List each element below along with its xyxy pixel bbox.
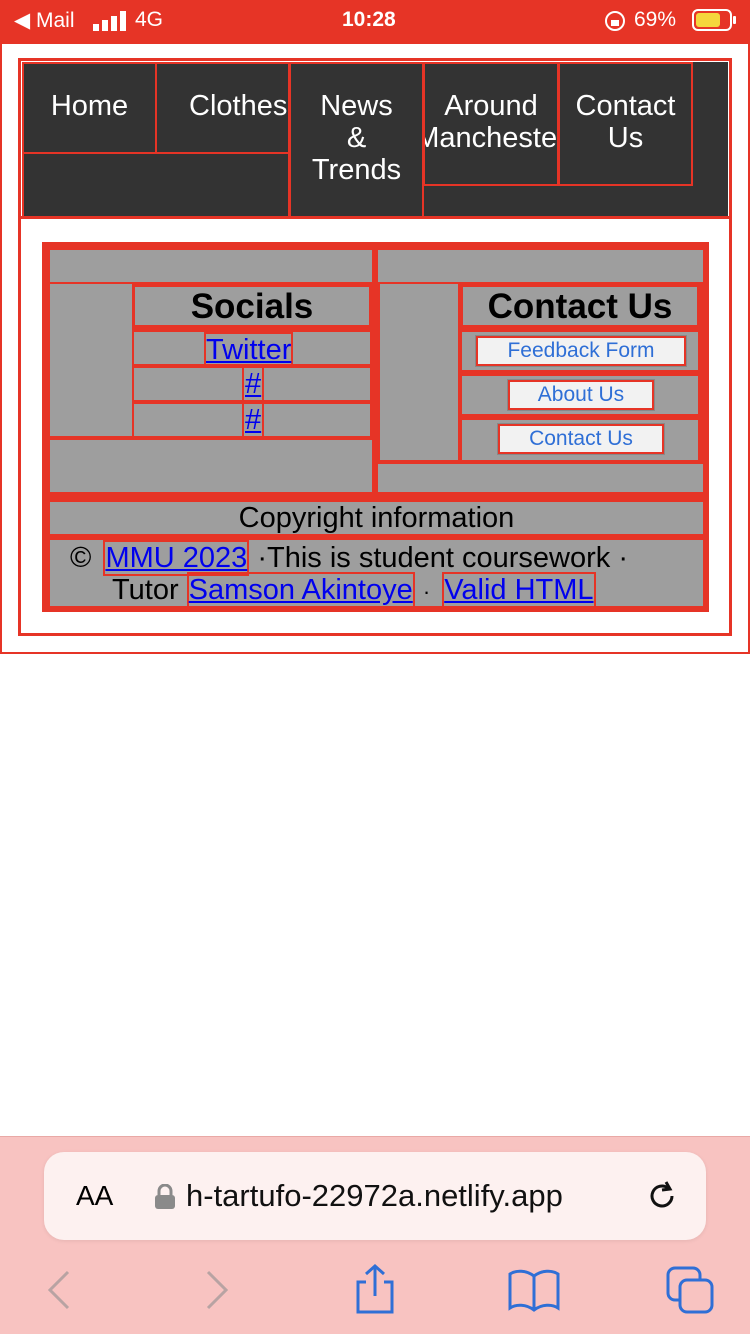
nav-item-clothes[interactable]: Clothes [155, 62, 290, 154]
orientation-lock-icon [604, 10, 626, 38]
copyright-line-2: Tutor Samson Akintoye · Valid HTML [112, 572, 702, 608]
copyright-symbol: © [70, 542, 92, 574]
contact-heading-box: Contact Us [460, 284, 700, 328]
nav-label: Home [50, 90, 129, 122]
contact-heading: Contact Us [487, 287, 673, 326]
mmu-link[interactable]: MMU 2023 [103, 540, 250, 576]
bookmarks-icon[interactable] [508, 1268, 560, 1317]
nav-item-around-manchester[interactable]: Around Manchester [423, 62, 559, 186]
nav-item-contact-us[interactable]: Contact Us [558, 62, 693, 186]
nav-label: Clothes [189, 90, 288, 122]
valid-html-link[interactable]: Valid HTML [442, 572, 596, 608]
feedback-form-button[interactable]: Feedback Form [475, 335, 687, 367]
footer: Socials Twitter # # Contact Us Feedback … [42, 242, 709, 612]
back-icon[interactable] [40, 1268, 76, 1317]
copyright-heading: Copyright information [238, 502, 515, 534]
divider [20, 216, 730, 219]
nav-item-news-trends[interactable]: News & Trends [289, 62, 424, 218]
separator: · [422, 579, 431, 604]
copyright-line-1: © MMU 2023 ·This is student coursework · [70, 540, 690, 576]
social-link[interactable]: # [242, 366, 265, 402]
nav-label: Contact Us [575, 90, 676, 154]
footer-empty-cell [378, 282, 460, 462]
reload-icon[interactable] [644, 1178, 680, 1219]
socials-heading: Socials [190, 287, 314, 326]
nav-item-home[interactable]: Home [22, 62, 157, 154]
footer-empty-cell [48, 282, 134, 438]
nav-empty-cell [22, 152, 290, 218]
clock: 10:28 [342, 8, 396, 31]
socials-heading-box: Socials [132, 284, 372, 328]
copyright-heading-box: Copyright information [48, 500, 705, 536]
footer-empty-cell [48, 438, 374, 494]
twitter-link[interactable]: Twitter [204, 332, 294, 368]
main-nav: Home Clothes News & Trends Around Manche… [22, 62, 728, 218]
tutor-label: Tutor [112, 574, 179, 606]
tabs-icon[interactable] [666, 1266, 716, 1321]
nav-label: Around Manchester [423, 90, 558, 154]
battery-percent: 69% [634, 8, 677, 31]
footer-empty-cell [376, 462, 705, 494]
footer-empty-cell [48, 248, 374, 284]
about-us-button[interactable]: About Us [507, 379, 655, 411]
copyright-text-box: © MMU 2023 ·This is student coursework ·… [48, 538, 705, 608]
social-link[interactable]: # [242, 402, 265, 438]
back-to-mail[interactable]: ◀ Mail [14, 8, 75, 33]
battery-icon [692, 9, 738, 39]
share-icon[interactable] [352, 1262, 398, 1321]
footer-empty-cell [376, 248, 705, 284]
nav-label: News & Trends [311, 90, 402, 186]
coursework-text: ·This is student coursework · [257, 542, 628, 574]
network-type: 4G [135, 8, 164, 31]
status-bar: ◀ Mail 4G 10:28 69% [0, 0, 750, 42]
tutor-link[interactable]: Samson Akintoye [186, 572, 415, 608]
contact-us-button[interactable]: Contact Us [497, 423, 665, 455]
lock-icon [154, 1183, 176, 1215]
url-text[interactable]: h-tartufo-22972a.netlify.app [186, 1178, 626, 1214]
forward-icon[interactable] [200, 1268, 236, 1317]
text-size-button[interactable]: AA [76, 1180, 113, 1212]
signal-icon [93, 11, 127, 37]
address-bar[interactable]: AA h-tartufo-22972a.netlify.app [44, 1152, 706, 1240]
